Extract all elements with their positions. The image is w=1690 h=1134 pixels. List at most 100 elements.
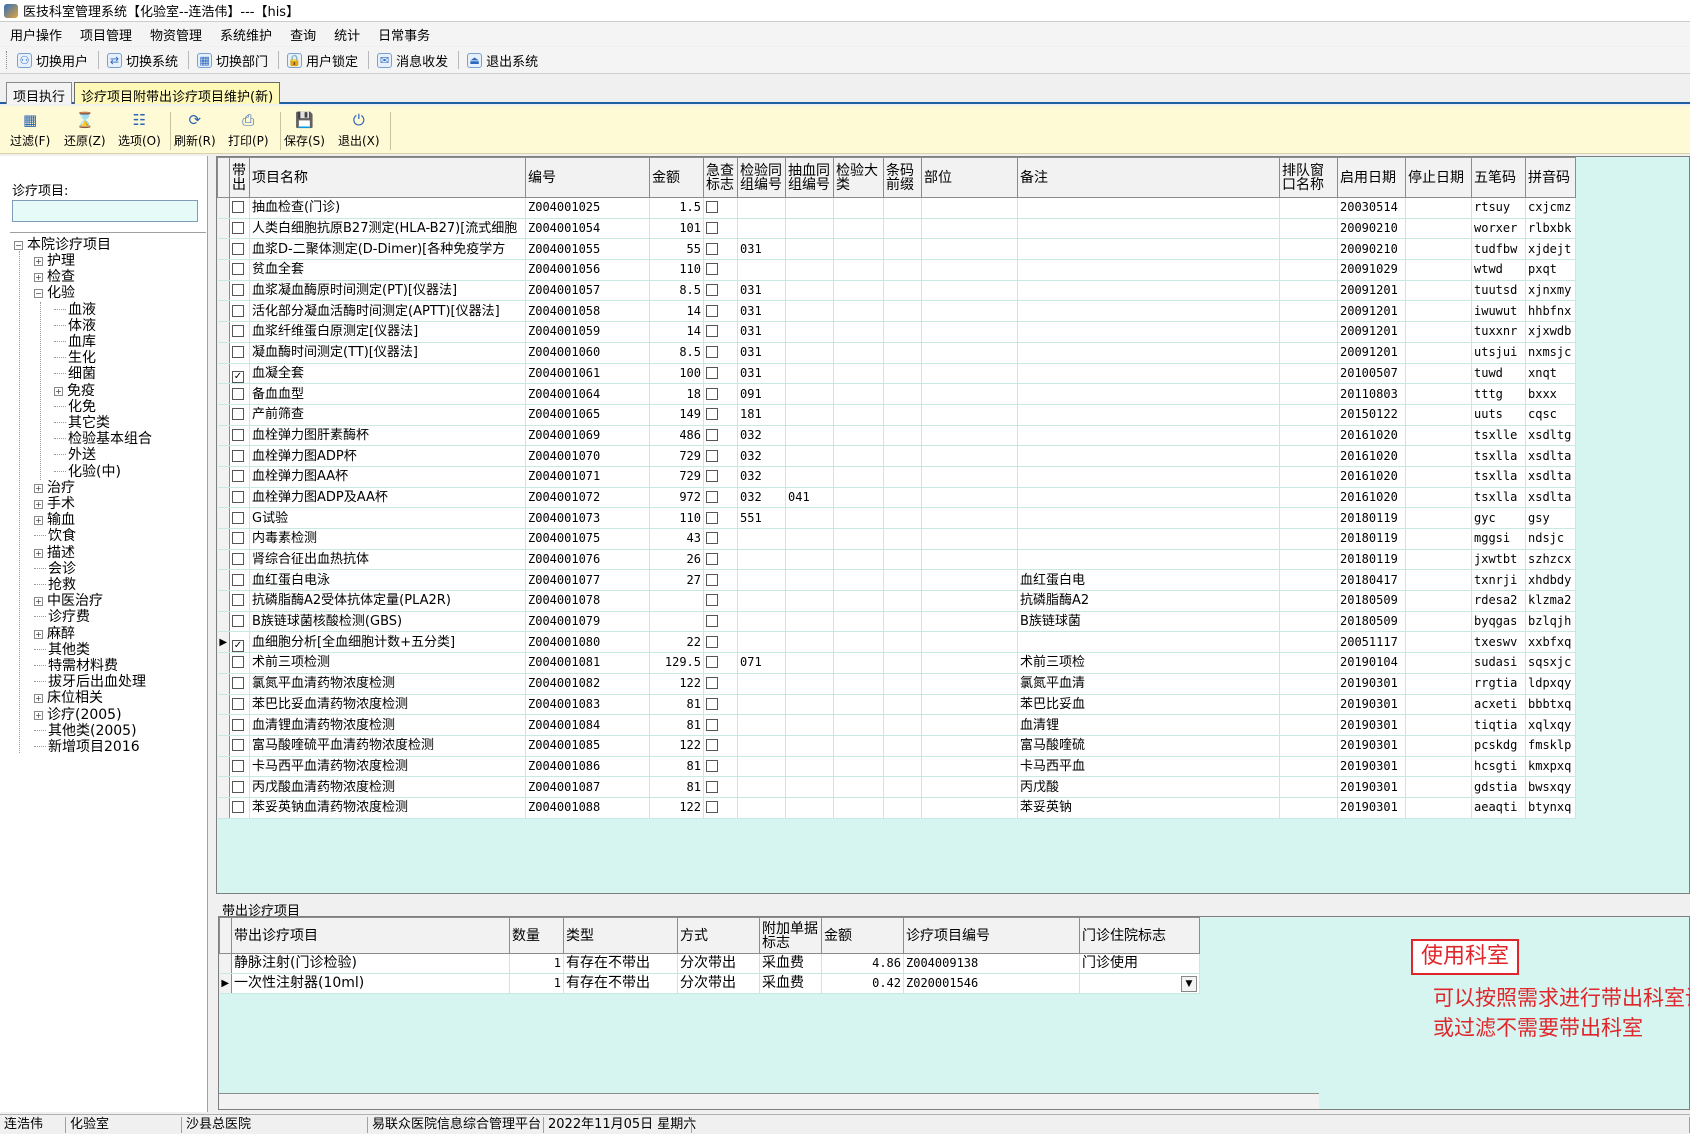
tree-node[interactable]: + 麻醉 <box>34 626 75 643</box>
lab-category-cell[interactable] <box>833 735 884 757</box>
start-date-cell[interactable]: 20030514 <box>1337 197 1406 219</box>
barcode-prefix-cell[interactable] <box>883 694 922 716</box>
urgent-cell[interactable] <box>703 631 738 654</box>
carry-out-cell[interactable] <box>229 342 250 364</box>
tree-expand-icon[interactable]: + <box>34 548 43 558</box>
remark-cell[interactable] <box>1017 445 1280 467</box>
table-row[interactable]: ▶ 一次性注射器(10ml) 1 有存在不带出 分次带出 采血费 0.42 Z02000154… <box>219 973 1200 994</box>
carry-out-checkbox[interactable] <box>232 759 244 772</box>
barcode-prefix-cell[interactable] <box>883 445 922 467</box>
blood-group-cell[interactable] <box>785 569 834 592</box>
mode-cell[interactable]: 分次带出 <box>677 953 760 974</box>
lab-category-cell[interactable] <box>833 714 884 736</box>
start-date-cell[interactable]: 20091201 <box>1337 342 1406 364</box>
amount-cell[interactable]: 14 <box>649 321 704 343</box>
item-code-cell[interactable]: Z004001080 <box>525 631 650 654</box>
item-name-cell[interactable]: 术前三项检测 <box>249 652 526 674</box>
table-row[interactable]: 富马酸喹硫平血清药物浓度检测 Z004001085 122 富马酸喹硫 20190301… <box>217 735 1576 757</box>
carry-out-cell[interactable] <box>229 300 250 323</box>
wubi-code-cell[interactable]: aeaqti <box>1471 797 1526 819</box>
lab-category-cell[interactable] <box>833 797 884 819</box>
wubi-code-cell[interactable]: txnrji <box>1471 569 1526 592</box>
item-name-cell[interactable]: 血栓弹力图AA杯 <box>249 466 526 488</box>
lab-category-cell[interactable] <box>833 631 884 654</box>
carry-out-cell[interactable]: ✓ <box>229 363 250 385</box>
remark-cell[interactable]: 富马酸喹硫 <box>1017 735 1280 757</box>
lab-category-cell[interactable] <box>833 425 884 447</box>
site-cell[interactable] <box>921 363 1018 385</box>
blood-group-cell[interactable] <box>785 300 834 323</box>
lab-category-cell[interactable] <box>833 280 884 302</box>
blood-group-cell[interactable] <box>785 756 834 778</box>
carry-out-cell[interactable] <box>229 694 250 716</box>
carry-out-cell[interactable] <box>229 487 250 509</box>
barcode-prefix-cell[interactable] <box>883 631 922 654</box>
tree-node[interactable]: 化免 <box>54 399 96 416</box>
table-row[interactable]: 血红蛋白电泳 Z004001077 27 血红蛋白电 20180417 txnrji xhd… <box>217 569 1576 592</box>
remark-cell[interactable] <box>1017 363 1280 385</box>
barcode-prefix-cell[interactable] <box>883 425 922 447</box>
start-date-cell[interactable]: 20161020 <box>1337 466 1406 488</box>
lab-group-cell[interactable] <box>737 694 786 716</box>
barcode-prefix-cell[interactable] <box>883 238 922 261</box>
table-row[interactable]: G试验 Z004001073 110 551 20180119 gyc gsy <box>217 507 1576 529</box>
carry-out-cell[interactable] <box>229 321 250 343</box>
amount-cell[interactable]: 22 <box>649 631 704 654</box>
urgent-checkbox[interactable] <box>706 242 718 255</box>
row-selector[interactable] <box>217 652 230 674</box>
tree-node[interactable]: 其他类(2005) <box>34 723 137 740</box>
amount-cell[interactable]: 81 <box>649 756 704 778</box>
item-code-cell[interactable]: Z004001057 <box>525 280 650 302</box>
barcode-prefix-cell[interactable] <box>883 383 922 405</box>
tree-node[interactable]: + 检查 <box>34 269 75 286</box>
table-row[interactable]: 血浆纤维蛋白原测定[仪器法] Z004001059 14 031 20091201 tux… <box>217 321 1576 343</box>
menu-item[interactable]: 用户操作 <box>10 25 62 44</box>
carry-out-cell[interactable] <box>229 445 250 467</box>
tree-node[interactable]: 化验(中) <box>54 464 121 481</box>
queue-window-cell[interactable] <box>1279 259 1338 281</box>
carry-out-cell[interactable] <box>229 425 250 447</box>
site-cell[interactable] <box>921 776 1018 798</box>
tree-node[interactable]: − 化验 <box>34 285 75 302</box>
pinyin-code-cell[interactable]: xsdltg <box>1525 425 1576 447</box>
tree-expand-icon[interactable]: + <box>34 694 43 704</box>
amount-cell[interactable]: 8.5 <box>649 280 704 302</box>
carry-out-checkbox[interactable] <box>232 677 244 690</box>
barcode-prefix-cell[interactable] <box>883 756 922 778</box>
remark-cell[interactable] <box>1017 528 1280 550</box>
pinyin-code-cell[interactable]: cxjcmz <box>1525 197 1576 219</box>
stop-date-cell[interactable] <box>1405 425 1472 447</box>
item-name-cell[interactable]: 卡马西平血清药物浓度检测 <box>249 756 526 778</box>
table-row[interactable]: 贫血全套 Z004001056 110 20091029 wtwd pxqt <box>217 259 1576 281</box>
pinyin-code-cell[interactable]: fmsklp <box>1525 735 1576 757</box>
carry-out-cell[interactable] <box>229 528 250 550</box>
blood-group-cell[interactable] <box>785 590 834 612</box>
lab-group-cell[interactable]: 031 <box>737 280 786 302</box>
column-header[interactable]: 急查标志 <box>703 157 738 198</box>
carry-item-cell[interactable]: 一次性注射器(10ml) <box>231 973 510 994</box>
pinyin-code-cell[interactable]: xxbfxq <box>1525 631 1576 654</box>
urgent-cell[interactable] <box>703 590 738 612</box>
urgent-checkbox[interactable] <box>706 677 718 690</box>
queue-window-cell[interactable] <box>1279 528 1338 550</box>
item-name-cell[interactable]: 苯妥英钠血清药物浓度检测 <box>249 797 526 819</box>
pinyin-code-cell[interactable]: xqlxqy <box>1525 714 1576 736</box>
carry-out-checkbox[interactable] <box>232 470 244 483</box>
tree-node[interactable]: 会诊 <box>34 561 76 578</box>
toolbar-button[interactable]: ☷ 选项(O) <box>118 108 161 152</box>
tree-expand-icon[interactable]: + <box>34 273 43 283</box>
pinyin-code-cell[interactable]: pxqt <box>1525 259 1576 281</box>
table-row[interactable]: 苯妥英钠血清药物浓度检测 Z004001088 122 苯妥英钠 20190301 aea… <box>217 797 1576 819</box>
start-date-cell[interactable]: 20190301 <box>1337 673 1406 695</box>
column-header[interactable]: 门诊住院标志 <box>1079 917 1200 954</box>
lab-category-cell[interactable] <box>833 756 884 778</box>
tree-node[interactable]: 检验基本组合 <box>54 431 152 448</box>
remark-cell[interactable] <box>1017 425 1280 447</box>
item-code-cell[interactable]: Z004001059 <box>525 321 650 343</box>
lab-group-cell[interactable]: 031 <box>737 321 786 343</box>
site-cell[interactable] <box>921 714 1018 736</box>
remark-cell[interactable] <box>1017 218 1280 240</box>
table-row[interactable]: 血清锂血清药物浓度检测 Z004001084 81 血清锂 20190301 tiqtia… <box>217 714 1576 736</box>
toolbar-button[interactable]: ⏻ 退出(X) <box>338 108 380 152</box>
tree-node[interactable]: 血库 <box>54 334 96 351</box>
